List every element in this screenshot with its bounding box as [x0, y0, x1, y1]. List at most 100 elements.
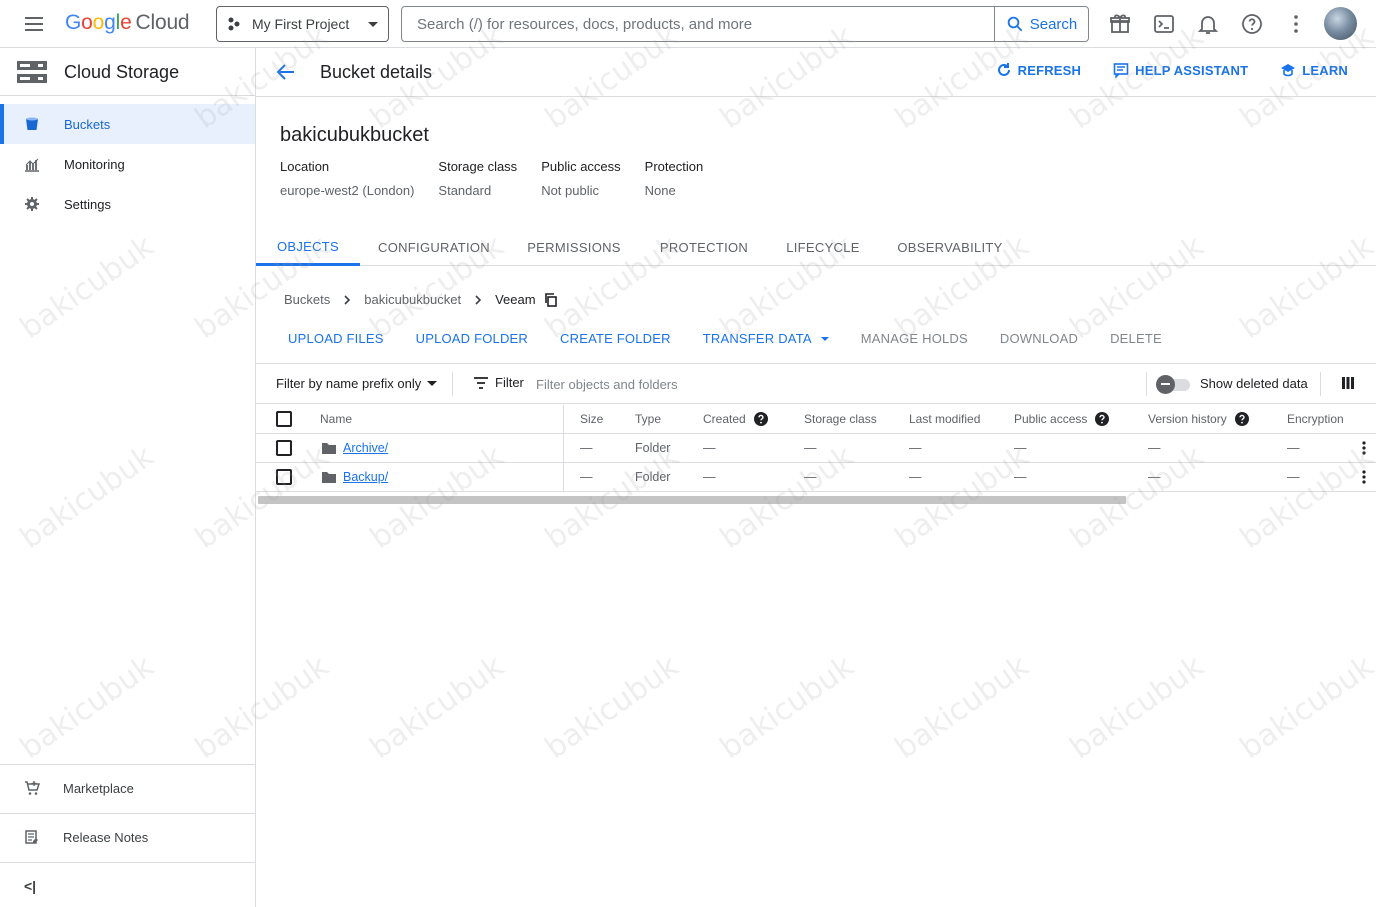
prop-label: Protection [644, 159, 704, 174]
hamburger-menu-icon[interactable] [22, 12, 46, 36]
upload-folder-button[interactable]: UPLOAD FOLDER [416, 331, 528, 346]
cell-version-history: — [1148, 470, 1161, 484]
delete-button[interactable]: DELETE [1110, 331, 1162, 346]
column-header-storage-class[interactable]: Storage class [804, 405, 877, 433]
breadcrumb-current-folder: Veeam [495, 292, 536, 307]
prefix-filter-select[interactable]: Filter by name prefix only [276, 376, 438, 391]
prop-value: Standard [438, 183, 492, 198]
column-header-created[interactable]: Created [703, 405, 768, 433]
search-input[interactable] [402, 7, 994, 41]
column-header-version-history-label: Version history [1148, 412, 1227, 426]
upload-files-button[interactable]: UPLOAD FILES [288, 331, 384, 346]
page-header: Bucket details REFRESH HELP ASSISTANT LE… [256, 48, 1376, 97]
horizontal-scrollbar[interactable] [258, 496, 1126, 504]
bucket-icon [26, 117, 38, 130]
top-bar: Google Cloud My First Project Search [0, 0, 1376, 48]
prefix-filter-label: Filter by name prefix only [276, 376, 422, 391]
account-avatar[interactable] [1324, 7, 1357, 40]
gift-icon[interactable] [1108, 12, 1132, 36]
folder-link[interactable]: Backup/ [343, 470, 388, 484]
column-header-last-modified[interactable]: Last modified [909, 405, 980, 433]
transfer-data-button[interactable]: TRANSFER DATA [703, 331, 829, 346]
row-checkbox[interactable] [276, 440, 292, 456]
learn-label: LEARN [1302, 62, 1348, 78]
more-vert-icon[interactable] [1284, 12, 1308, 36]
select-all-checkbox[interactable] [276, 411, 292, 427]
notifications-bell-icon[interactable] [1196, 12, 1220, 36]
folder-icon [322, 443, 336, 454]
column-header-public-access[interactable]: Public access [1014, 405, 1110, 433]
copy-path-icon[interactable] [544, 292, 558, 307]
help-circle-icon[interactable] [1234, 412, 1249, 426]
help-icon[interactable] [1240, 12, 1264, 36]
learn-button[interactable]: LEARN [1280, 62, 1348, 78]
tab-protection[interactable]: PROTECTION [654, 229, 754, 266]
google-cloud-logo[interactable]: Google Cloud [65, 11, 190, 35]
sidebar-item-buckets[interactable]: Buckets [0, 104, 255, 144]
cell-storage-class: — [804, 470, 817, 484]
column-header-size[interactable]: Size [580, 405, 603, 433]
page-title: Bucket details [320, 62, 433, 82]
transfer-data-label: TRANSFER DATA [702, 331, 812, 346]
column-header-name[interactable]: Name [320, 405, 352, 433]
chevron-right-icon [475, 294, 482, 305]
cloud-shell-terminal-icon[interactable] [1152, 12, 1176, 36]
table-header-row: Name Size Type Created Storage class Las… [256, 405, 1376, 434]
refresh-button[interactable]: REFRESH [996, 62, 1082, 78]
tab-observability[interactable]: OBSERVABILITY [892, 229, 1008, 266]
breadcrumb-bucket[interactable]: bakicubukbucket [364, 292, 461, 307]
manage-holds-button[interactable]: MANAGE HOLDS [861, 331, 968, 346]
help-assistant-label: HELP ASSISTANT [1135, 62, 1249, 78]
sidebar-item-monitoring[interactable]: Monitoring [0, 144, 255, 184]
object-actions-toolbar: UPLOAD FILES UPLOAD FOLDER CREATE FOLDER… [288, 331, 1194, 346]
folder-link[interactable]: Archive/ [343, 441, 388, 455]
breadcrumb-buckets[interactable]: Buckets [284, 292, 330, 307]
sidebar-item-label: Marketplace [63, 781, 134, 796]
sidebar-item-label: Settings [64, 197, 111, 212]
more-vert-icon[interactable] [1362, 470, 1366, 484]
gear-icon [25, 197, 39, 211]
column-header-type[interactable]: Type [635, 405, 661, 433]
help-circle-icon[interactable] [753, 412, 768, 426]
cell-public-access: — [1014, 470, 1027, 484]
back-arrow-icon[interactable] [274, 60, 298, 84]
tab-lifecycle[interactable]: LIFECYCLE [780, 229, 866, 266]
header-actions: REFRESH HELP ASSISTANT LEARN [996, 62, 1348, 78]
column-header-version-history[interactable]: Version history [1148, 405, 1249, 433]
row-checkbox[interactable] [276, 469, 292, 485]
create-folder-button[interactable]: CREATE FOLDER [560, 331, 671, 346]
column-header-created-label: Created [703, 412, 746, 426]
help-circle-icon[interactable] [1095, 412, 1110, 426]
table-row: Archive/ — Folder — — — — — — [256, 434, 1376, 463]
project-picker[interactable]: My First Project [216, 6, 389, 42]
collapse-sidebar-button[interactable]: <| [24, 878, 36, 894]
cell-type: Folder [635, 441, 671, 455]
show-deleted-toggle[interactable] [1156, 375, 1192, 394]
sidebar-item-settings[interactable]: Settings [0, 184, 255, 224]
product-header: Cloud Storage [0, 48, 256, 96]
filter-input[interactable] [536, 372, 1136, 396]
cell-type: Folder [635, 470, 671, 484]
release-notes-icon [25, 830, 38, 844]
column-divider [563, 434, 564, 462]
help-assistant-button[interactable]: HELP ASSISTANT [1113, 62, 1248, 78]
sidebar-item-marketplace[interactable]: Marketplace [0, 764, 255, 812]
column-display-options-icon[interactable] [1341, 376, 1355, 390]
more-vert-icon[interactable] [1362, 441, 1366, 455]
chevron-down-icon [368, 21, 378, 27]
search-button[interactable]: Search [994, 7, 1088, 41]
sidebar-item-release-notes[interactable]: Release Notes [0, 813, 255, 861]
cell-size: — [580, 441, 593, 455]
product-title: Cloud Storage [64, 62, 180, 82]
tab-objects[interactable]: OBJECTS [256, 229, 360, 266]
column-resize-handle[interactable] [563, 405, 564, 433]
download-button[interactable]: DOWNLOAD [1000, 331, 1078, 346]
tab-configuration[interactable]: CONFIGURATION [374, 229, 494, 266]
project-dots-icon [228, 17, 240, 31]
search-button-label: Search [1029, 15, 1078, 33]
column-header-encryption[interactable]: Encryption [1287, 405, 1344, 433]
tab-permissions[interactable]: PERMISSIONS [522, 229, 626, 266]
prop-storage-class: Storage class Standard [438, 159, 517, 198]
refresh-icon [997, 63, 1010, 76]
sidebar: Cloud Storage Buckets Monitoring Setting… [0, 48, 256, 907]
